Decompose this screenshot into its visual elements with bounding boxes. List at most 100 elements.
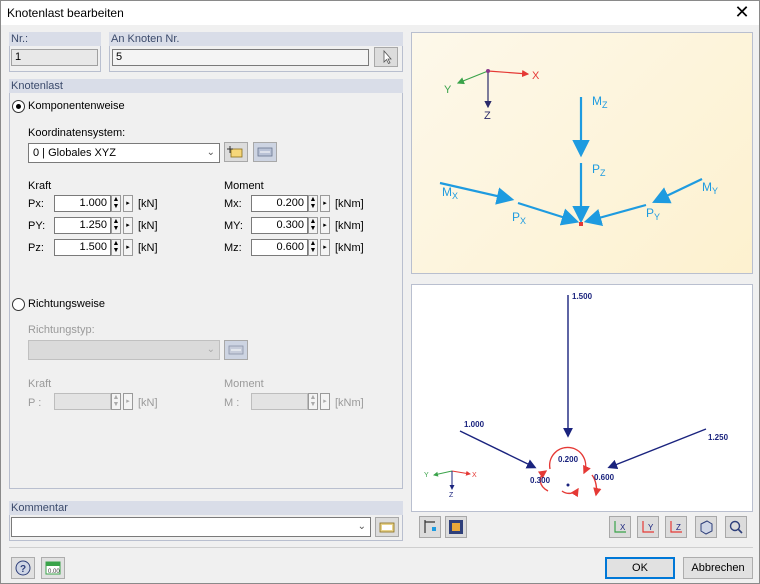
title-bar: Knotenlast bearbeiten ✕: [1, 1, 759, 25]
svg-text:0.00: 0.00: [48, 569, 60, 575]
px-input[interactable]: 1.000: [54, 195, 111, 212]
render-mode-button[interactable]: [445, 516, 467, 538]
library-icon: [379, 522, 395, 533]
px-spinner[interactable]: ▲ ▼: [111, 195, 121, 212]
py-load-arrow: [607, 428, 707, 469]
node-point: [566, 483, 570, 487]
mx-menu-button[interactable]: ▸: [320, 195, 330, 212]
px-menu-button[interactable]: ▸: [123, 195, 133, 212]
koordinatensystem-value: 0 | Globales XYZ: [33, 147, 116, 159]
load-scheme-diagram: X Y Z MZ PZ MX PX MY PY: [439, 69, 718, 226]
help-icon: ?: [15, 560, 31, 576]
p-input[interactable]: [54, 393, 111, 410]
px-arrow: [517, 201, 580, 226]
my-text: MY: [702, 180, 718, 196]
node-marker: [579, 222, 583, 226]
pz-menu-button[interactable]: ▸: [123, 239, 133, 256]
mz-label: Mz:: [224, 242, 242, 254]
knotenlast-header: Knotenlast: [9, 79, 403, 93]
axes-icon: [424, 520, 436, 533]
mz-unit: [kNm]: [335, 242, 364, 254]
py-label: PY:: [28, 220, 46, 232]
mx-value: 0.200: [558, 455, 579, 464]
py-load-value: 1.250: [708, 433, 729, 442]
chevron-down-icon: ⌄: [206, 147, 215, 158]
help-button[interactable]: ?: [11, 557, 35, 579]
axis-x-label: X: [532, 70, 540, 82]
new-coordinate-system-button[interactable]: [224, 142, 248, 162]
svg-text:Z: Z: [676, 523, 681, 532]
richtungstyp-edit-button[interactable]: [224, 340, 248, 360]
richtungsweise-radio[interactable]: [12, 298, 25, 311]
pz-spinner[interactable]: ▲ ▼: [111, 239, 121, 256]
px-label: Px:: [28, 198, 44, 210]
py-unit: [kN]: [138, 220, 158, 232]
py-text: PY: [646, 206, 660, 222]
units-button[interactable]: 0.00: [41, 557, 65, 579]
m-menu-button[interactable]: ▸: [320, 393, 330, 410]
ok-button[interactable]: OK: [605, 557, 675, 579]
koordinatensystem-select[interactable]: 0 | Globales XYZ ⌄: [28, 143, 220, 163]
mz-menu-button[interactable]: ▸: [320, 239, 330, 256]
footer-divider: [9, 547, 753, 548]
py-menu-button[interactable]: ▸: [123, 217, 133, 234]
view-z-button[interactable]: Z: [665, 516, 687, 538]
pz-input[interactable]: 1.500: [54, 239, 111, 256]
svg-text:Y: Y: [648, 523, 654, 532]
my-value: 0.300: [530, 476, 551, 485]
mx-unit: [kNm]: [335, 198, 364, 210]
my-unit: [kNm]: [335, 220, 364, 232]
small-axis-z: Z: [449, 492, 454, 499]
units-icon: 0.00: [45, 561, 61, 575]
svg-text:X: X: [620, 523, 626, 532]
kommentar-library-button[interactable]: [375, 517, 399, 537]
my-label: MY:: [224, 220, 243, 232]
isometric-view-button[interactable]: [695, 516, 717, 538]
m-spinner[interactable]: ▲ ▼: [308, 393, 318, 410]
px-load-value: 1.000: [464, 420, 485, 429]
mx-spinner[interactable]: ▲ ▼: [308, 195, 318, 212]
mz-spinner[interactable]: ▲ ▼: [308, 239, 318, 256]
py-spinner[interactable]: ▲ ▼: [111, 217, 121, 234]
mz-text: MZ: [592, 94, 608, 110]
load-scheme-panel: X Y Z MZ PZ MX PX MY PY: [411, 32, 753, 274]
my-menu-button[interactable]: ▸: [320, 217, 330, 234]
zoom-reset-button[interactable]: [725, 516, 747, 538]
kommentar-input[interactable]: ⌄: [11, 517, 371, 537]
py-arrow: [583, 203, 647, 226]
kommentar-header: Kommentar: [9, 501, 403, 515]
pz-unit: [kN]: [138, 242, 158, 254]
small-axis-x: X: [472, 472, 477, 479]
px-unit: [kN]: [138, 198, 158, 210]
edit-coordinate-system-button[interactable]: [253, 142, 277, 162]
cancel-button[interactable]: Abbrechen: [683, 557, 753, 579]
py-input[interactable]: 1.250: [54, 217, 111, 234]
show-values-button[interactable]: [419, 516, 441, 538]
my-input[interactable]: 0.300: [251, 217, 308, 234]
an-knoten-input[interactable]: 5: [112, 49, 369, 66]
nr-field: 1: [11, 49, 98, 66]
view-y-button[interactable]: Y: [637, 516, 659, 538]
view-x-icon: X: [614, 521, 626, 533]
nr-header: Nr.:: [9, 32, 101, 46]
render-icon: [449, 520, 463, 534]
richtungstyp-label: Richtungstyp:: [28, 324, 95, 336]
px-load-arrow: [459, 430, 537, 469]
richtungsweise-label: Richtungsweise: [28, 298, 106, 310]
axis-triad: X Y Z: [444, 69, 540, 122]
pz-text: PZ: [592, 162, 606, 178]
window-title: Knotenlast bearbeiten: [7, 6, 124, 20]
chevron-down-icon: ⌄: [206, 344, 215, 355]
mx-input[interactable]: 0.200: [251, 195, 308, 212]
view-x-button[interactable]: X: [609, 516, 631, 538]
p-menu-button[interactable]: ▸: [123, 393, 133, 410]
mz-input[interactable]: 0.600: [251, 239, 308, 256]
richtungstyp-select[interactable]: ⌄: [28, 340, 220, 360]
p-label: P :: [28, 397, 42, 409]
my-spinner[interactable]: ▲ ▼: [308, 217, 318, 234]
komponentenweise-radio[interactable]: [12, 100, 25, 113]
m-input[interactable]: [251, 393, 308, 410]
pick-node-button[interactable]: [374, 47, 398, 67]
close-icon[interactable]: ✕: [733, 3, 751, 21]
p-spinner[interactable]: ▲ ▼: [111, 393, 121, 410]
